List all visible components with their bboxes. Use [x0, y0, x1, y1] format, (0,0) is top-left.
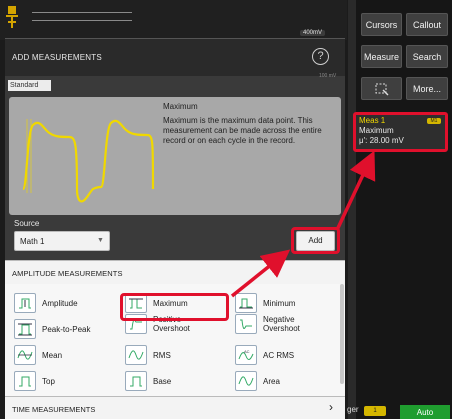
measurement-minimum[interactable]: Minimum — [235, 293, 295, 313]
waveform-display-strip: 400mV — [0, 0, 347, 40]
trigger-badge[interactable]: 1 — [364, 406, 386, 416]
cursors-button[interactable]: Cursors — [361, 13, 402, 36]
trigger-marker-icon — [6, 6, 18, 28]
measurement-top[interactable]: Top — [14, 371, 55, 391]
meas-badge-title: Meas 1 — [359, 116, 386, 125]
mean-icon — [14, 345, 36, 365]
measurement-label: Area — [263, 376, 280, 386]
meas-badge-value: μ': 28.00 mV — [359, 136, 404, 145]
ac-rms-icon: AC — [235, 345, 257, 365]
info-description: Maximum is the maximum data point. This … — [163, 116, 322, 145]
help-icon[interactable]: ? — [312, 48, 329, 65]
more-button[interactable]: More... — [406, 77, 448, 100]
measurement-label: Minimum — [263, 298, 296, 308]
maximum-waveform-icon — [21, 119, 155, 203]
measurement-peak-to-peak[interactable]: Peak-to-Peak — [14, 319, 90, 339]
measurement-rms[interactable]: RMS — [125, 345, 171, 365]
trigger-label: ger — [347, 405, 359, 414]
amplitude-icon — [14, 293, 36, 313]
add-measurements-dialog: ADD MEASUREMENTS ? Standard 100 mV Maxim… — [5, 38, 345, 419]
measurement-label: Amplitude — [42, 298, 78, 308]
scrollbar-strip — [348, 0, 356, 419]
amplitude-header-label: AMPLITUDE MEASUREMENTS — [12, 269, 123, 278]
area-icon — [235, 371, 257, 391]
source-label: Source — [14, 219, 40, 228]
amplitude-measurements-header[interactable]: AMPLITUDE MEASUREMENTS — [5, 260, 345, 284]
measurement-mean[interactable]: Mean — [14, 345, 62, 365]
meas-source-tag: M1 — [427, 118, 441, 124]
source-dropdown[interactable]: Math 1 ▼ — [14, 231, 110, 251]
measurement-info-panel: Maximum Maximum is the maximum data poin… — [9, 97, 341, 215]
scale-readout: 100 mV — [319, 73, 337, 79]
measurement-base[interactable]: Base — [125, 371, 171, 391]
source-value: Math 1 — [20, 237, 45, 246]
top-icon — [14, 371, 36, 391]
measurement-label: AC RMS — [263, 350, 295, 360]
base-icon — [125, 371, 147, 391]
measurement-label: Base — [153, 376, 172, 386]
dialog-header: ADD MEASUREMENTS ? — [5, 38, 345, 76]
zoom-box-button[interactable] — [361, 77, 402, 100]
measurement-label: Negative Overshoot — [263, 315, 300, 333]
meas-badge-name: Maximum — [359, 126, 394, 135]
negative-overshoot-icon — [235, 314, 257, 334]
scale-badge: 400mV — [300, 30, 326, 36]
tab-standard[interactable]: Standard — [8, 80, 51, 91]
measurement-label: RMS — [153, 350, 171, 360]
time-measurements-header[interactable]: TIME MEASUREMENTS › — [5, 396, 345, 419]
measurement-label: Top — [42, 376, 55, 386]
rms-icon — [125, 345, 147, 365]
meas-1-badge[interactable]: Meas 1 M1 Maximum μ': 28.00 mV — [353, 112, 448, 152]
chevron-down-icon: ▼ — [97, 237, 104, 244]
measurement-ac-rms[interactable]: AC AC RMS — [235, 345, 294, 365]
oscilloscope-screen: 400mV Cursors Callout Measure Search Mor… — [0, 0, 452, 419]
record-view-line — [32, 20, 132, 21]
dialog-title: ADD MEASUREMENTS — [12, 53, 102, 62]
zoom-box-icon — [375, 83, 388, 95]
peak-to-peak-icon — [14, 319, 36, 339]
maximum-highlight — [120, 293, 229, 321]
minimum-icon — [235, 293, 257, 313]
measurement-amplitude[interactable]: Amplitude — [14, 293, 78, 313]
auto-mode-button[interactable]: Auto — [400, 405, 450, 419]
measurement-list-scrollbar[interactable] — [340, 284, 344, 384]
measurement-area[interactable]: Area — [235, 371, 280, 391]
info-title: Maximum — [163, 102, 198, 111]
time-header-label: TIME MEASUREMENTS — [12, 405, 96, 414]
measurement-label: Mean — [42, 350, 63, 360]
callout-button[interactable]: Callout — [406, 13, 448, 36]
search-button[interactable]: Search — [406, 45, 448, 68]
record-view-line — [32, 12, 132, 13]
measure-button[interactable]: Measure — [361, 45, 402, 68]
measurement-negative-overshoot[interactable]: Negative Overshoot — [235, 314, 323, 334]
measurement-label: Peak-to-Peak — [42, 324, 91, 334]
add-button-highlight — [291, 227, 340, 254]
svg-text:AC: AC — [244, 349, 250, 354]
chevron-right-icon: › — [329, 400, 333, 414]
